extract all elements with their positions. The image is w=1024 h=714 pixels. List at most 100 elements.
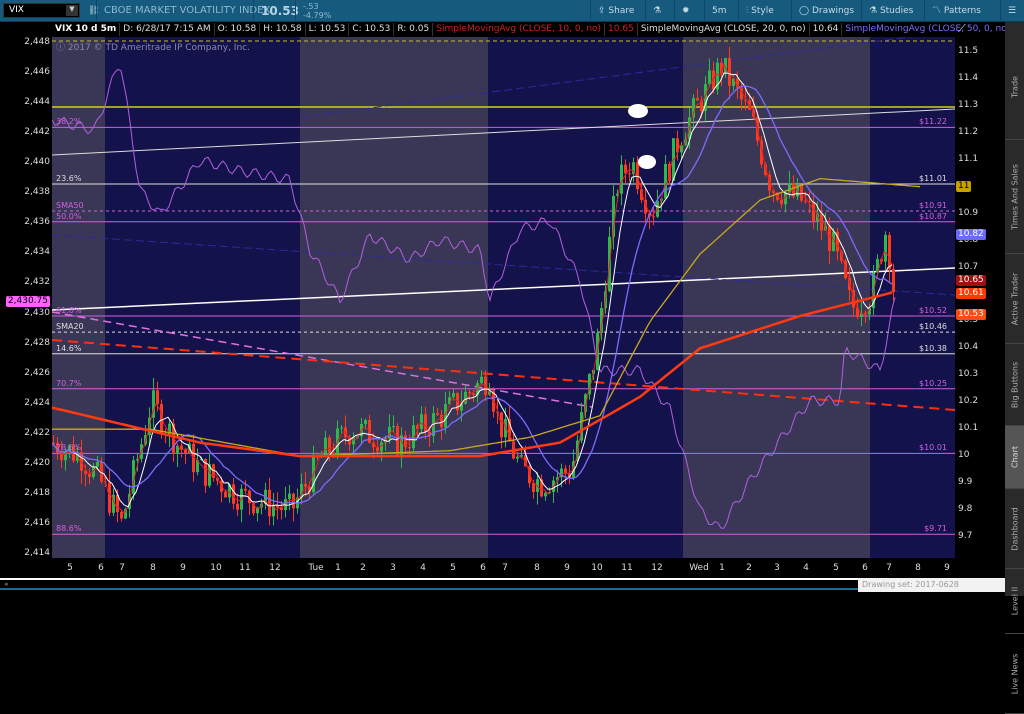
drawing-set-selector[interactable]: Drawing set: 2017-0628 [858, 578, 1005, 592]
time-axis-label: 4 [420, 563, 426, 573]
right-axis-tick: 10.2 [958, 396, 979, 407]
candle [516, 456, 519, 459]
price-badge: 10.65 [956, 274, 986, 286]
candle [396, 426, 399, 455]
gear-icon: ✹ [682, 6, 690, 16]
candle [156, 390, 159, 404]
fib-pct-label: 70.7% [56, 378, 82, 388]
patterns-icon: 〽 [932, 6, 944, 16]
fib-pct-label: 88.6% [56, 524, 82, 534]
side-tab-big-buttons[interactable]: Big Buttons [1005, 344, 1024, 426]
side-tab-label: Trade [1010, 75, 1019, 98]
settings-button[interactable]: ✹ [674, 0, 697, 22]
price-badge: 11 [956, 180, 972, 192]
style-label: Style [751, 6, 774, 16]
side-tab-dashboard[interactable]: Dashboard [1005, 489, 1024, 569]
fib-pct-label: SMA50 [56, 200, 84, 210]
chart-scrollbar[interactable]: ◂ [0, 578, 1005, 590]
drawings-button[interactable]: ◯ Drawings [791, 0, 861, 22]
side-tab-trade[interactable]: Trade [1005, 34, 1024, 140]
chart-info-bar: VIX 10 d 5m D: 6/28/17 7:15 AM O: 10.58 … [52, 23, 1024, 36]
candle [184, 449, 187, 454]
left-axis-tick: 2,418 [24, 487, 50, 498]
right-axis-tick: 10.4 [958, 342, 979, 353]
share-icon: ⇪ [598, 6, 609, 16]
time-axis-label: 2 [360, 563, 366, 573]
style-button[interactable]: ⫶ Style [738, 0, 781, 22]
patterns-label: Patterns [943, 6, 981, 16]
left-axis-tick: 2,414 [24, 548, 50, 559]
candle [224, 491, 227, 498]
candle [884, 234, 887, 262]
sma10-label[interactable]: SimpleMovingAvg (CLOSE, 10, 0, no) [433, 23, 606, 36]
copyright-text: ⓘ 2017 © TD Ameritrade IP Company, Inc. [56, 40, 250, 53]
right-axis-tick: 9.8 [958, 503, 973, 514]
side-tab-live-news[interactable]: Live News [1005, 634, 1024, 714]
fib-price-label: $10.46 [919, 322, 947, 332]
time-axis-label: 4 [803, 563, 809, 573]
candle [780, 199, 783, 205]
candle [532, 483, 535, 492]
candle [364, 419, 367, 425]
time-axis-label: 11 [239, 563, 251, 573]
fib-price-label: $10.52 [919, 306, 947, 315]
sma20-label[interactable]: SimpleMovingAvg (CLOSE, 20, 0, no) [638, 23, 810, 36]
candle [480, 376, 483, 384]
studies-button[interactable]: ⚗ Studies [861, 0, 920, 22]
right-axis-tick: 11.3 [958, 99, 979, 110]
price-badge: 10.53 [956, 308, 986, 320]
list-icon: ☰ [1008, 6, 1017, 16]
candle [420, 414, 423, 430]
price-chart [52, 37, 955, 558]
candle [180, 445, 183, 450]
flask-button[interactable]: ⚗ [645, 0, 668, 22]
candle [436, 413, 439, 415]
menu-button[interactable]: ☰ [1000, 0, 1023, 22]
side-tab-level-ii[interactable]: Level II [1005, 569, 1024, 634]
chart-plot-area[interactable]: ⓘ 2017 © TD Ameritrade IP Company, Inc. … [52, 37, 955, 558]
candle [88, 473, 91, 477]
left-axis-tick: 2,442 [24, 127, 50, 138]
candle [812, 201, 815, 222]
session-band [488, 37, 683, 558]
studies-label: Studies [879, 6, 914, 16]
side-tab-times-and-sales[interactable]: Times And Sales [1005, 140, 1024, 254]
candle [108, 482, 111, 513]
candle [544, 492, 547, 497]
candle [408, 447, 411, 449]
candle [664, 164, 667, 199]
fib-price-label: $10.38 [919, 343, 947, 353]
candle [352, 437, 355, 445]
interval-button[interactable]: 5m [704, 0, 738, 22]
copyright-label: 2017 © TD Ameritrade IP Company, Inc. [67, 43, 250, 53]
candle [324, 437, 327, 456]
fib-price-label: $10.91 [919, 200, 947, 210]
side-tab-chart[interactable]: Chart [1005, 426, 1024, 489]
chevron-down-icon[interactable]: ▼ [66, 5, 78, 16]
side-tab-active-trader[interactable]: Active Trader [1005, 254, 1024, 344]
side-tab-label: Times And Sales [1010, 163, 1019, 230]
sma50-label[interactable]: SimpleMovingAvg (CLOSE, 50, 0, no) [842, 23, 1015, 36]
time-axis-label: 10 [591, 563, 603, 573]
candle [332, 452, 335, 454]
candle [288, 493, 291, 500]
candle [232, 484, 235, 504]
candle [236, 503, 239, 510]
fib-pct-label: 23.6% [56, 174, 82, 183]
chart-mode-icon[interactable]: ⟋ [958, 22, 966, 36]
left-axis-tick: 2,446 [24, 67, 50, 78]
session-band [52, 37, 105, 558]
fib-price-label: $10.01 [919, 443, 947, 453]
scroll-left-icon[interactable]: ◂ [4, 580, 8, 588]
candle [888, 234, 891, 270]
left-axis-tick: 2,428 [24, 337, 50, 348]
symbol-selector[interactable]: VIX ▼ [3, 3, 80, 18]
left-axis-tick: 2,440 [24, 157, 50, 168]
price-badge: 10.61 [956, 288, 986, 300]
candle [392, 426, 395, 428]
patterns-button[interactable]: 〽 Patterns [924, 0, 988, 22]
share-button[interactable]: ⇪ Share [590, 0, 641, 22]
side-tabs: Trade Times And Sales Active Trader Big But… [1005, 22, 1024, 714]
drawing-ellipse [638, 155, 656, 169]
side-tab-label: Chart [1010, 446, 1019, 468]
